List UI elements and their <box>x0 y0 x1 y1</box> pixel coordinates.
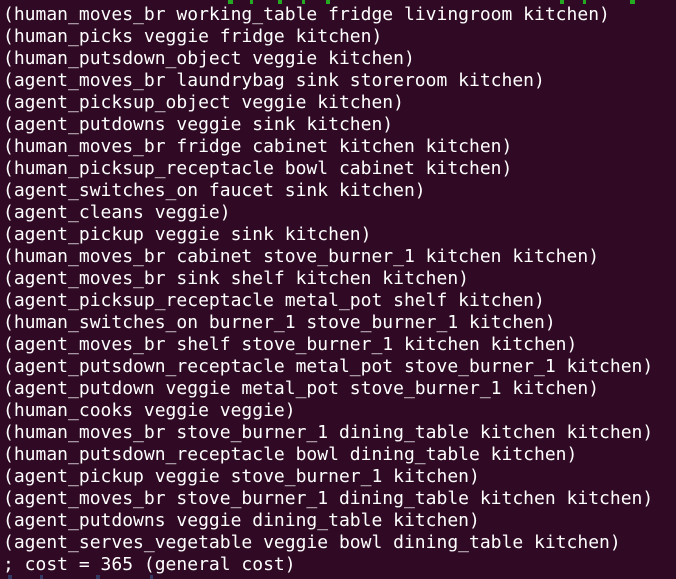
output-line: (agent_putdowns veggie dining_table kitc… <box>3 510 480 531</box>
output-line: (human_putsdown_receptacle bowl dining_t… <box>3 444 578 465</box>
output-line: (agent_serves_vegetable veggie bowl dini… <box>3 532 621 553</box>
output-line: (agent_putdowns veggie sink kitchen) <box>3 114 394 135</box>
output-line: (agent_pickup veggie stove_burner_1 kitc… <box>3 466 480 487</box>
output-line: (human_moves_br working_table fridge liv… <box>3 4 610 25</box>
output-line: (agent_pickup veggie sink kitchen) <box>3 224 372 245</box>
output-line: (human_moves_br stove_burner_1 dining_ta… <box>3 422 654 443</box>
output-line: (agent_moves_br stove_burner_1 dining_ta… <box>3 488 654 509</box>
output-line: (human_moves_br fridge cabinet kitchen k… <box>3 136 513 157</box>
next-output-fragment <box>0 575 676 579</box>
output-line: (agent_picksup_object veggie kitchen) <box>3 92 404 113</box>
output-line: (human_picks veggie fridge kitchen) <box>3 26 383 47</box>
output-line: (human_picksup_receptacle bowl cabinet k… <box>3 158 513 179</box>
cost-line: ; cost = 365 (general cost) <box>3 554 296 575</box>
output-line: (human_moves_br cabinet stove_burner_1 k… <box>3 246 600 267</box>
terminal-output: (human_moves_br working_table fridge liv… <box>3 4 673 576</box>
output-line: (agent_moves_br shelf stove_burner_1 kit… <box>3 334 578 355</box>
terminal-window[interactable]: (human_moves_br working_table fridge liv… <box>0 0 676 579</box>
output-line: (agent_switches_on faucet sink kitchen) <box>3 180 426 201</box>
output-line: (agent_putdown veggie metal_pot stove_bu… <box>3 378 600 399</box>
output-line: (human_cooks veggie veggie) <box>3 400 296 421</box>
output-line: (agent_cleans veggie) <box>3 202 231 223</box>
output-line: (agent_moves_br sink shelf kitchen kitch… <box>3 268 469 289</box>
output-line: (agent_picksup_receptacle metal_pot shel… <box>3 290 545 311</box>
output-line: (human_putsdown_object veggie kitchen) <box>3 48 415 69</box>
output-line: (agent_moves_br laundrybag sink storeroo… <box>3 70 545 91</box>
output-line: (human_switches_on burner_1 stove_burner… <box>3 312 556 333</box>
output-line: (agent_putsdown_receptacle metal_pot sto… <box>3 356 654 377</box>
